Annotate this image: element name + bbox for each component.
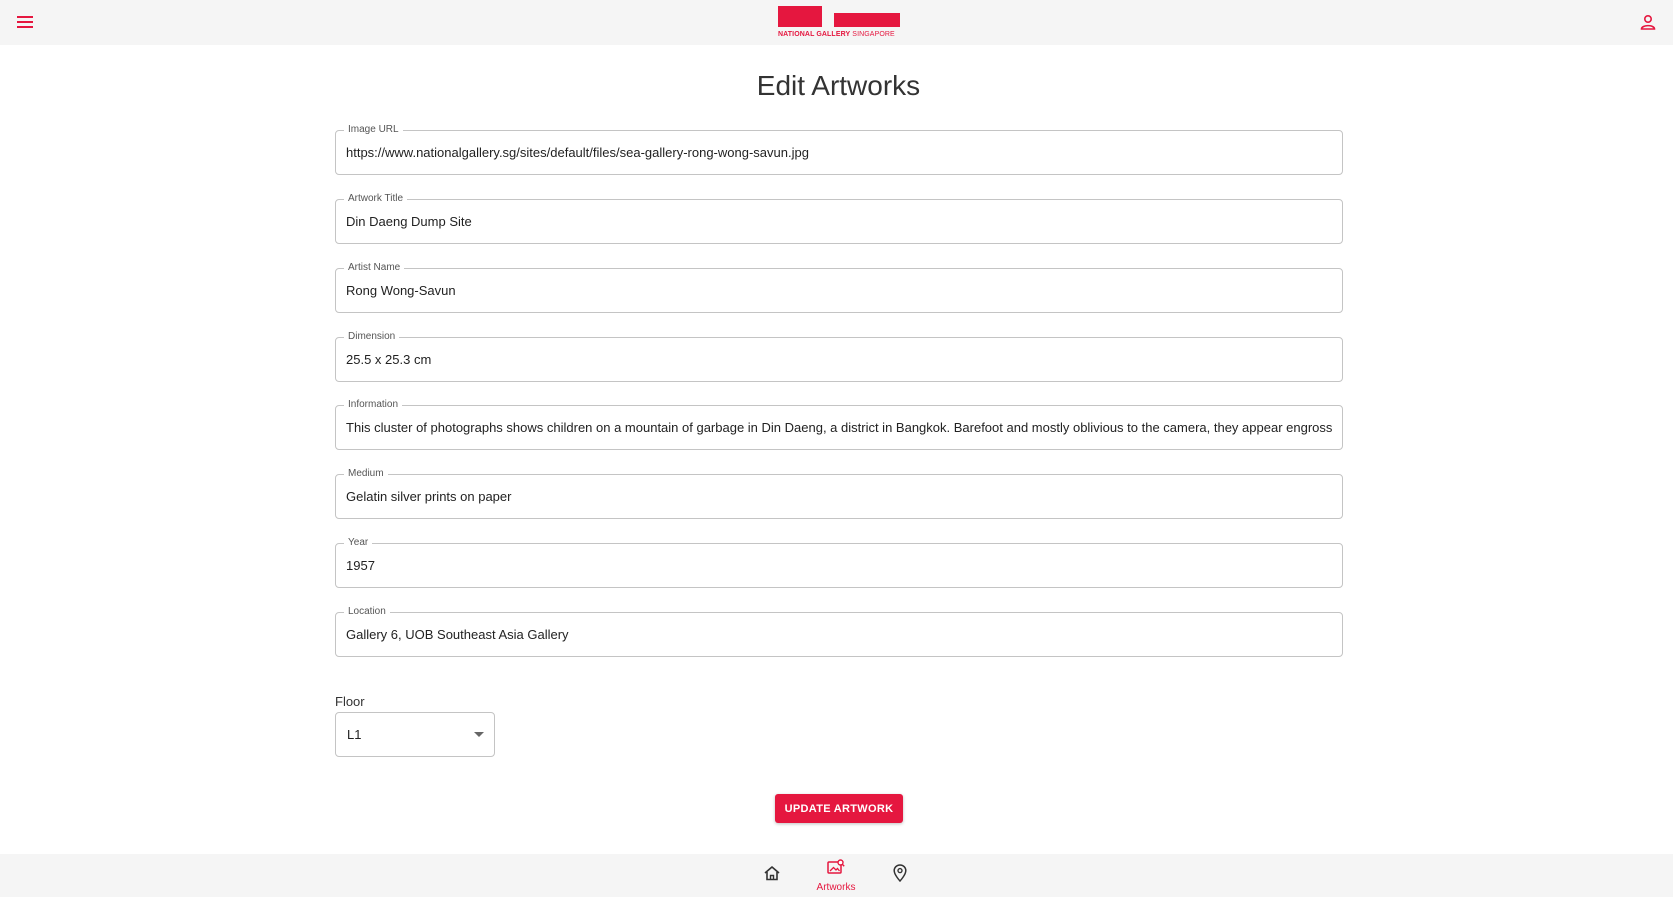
logo-block-right [834, 13, 900, 27]
location-field[interactable]: Location Gallery 6, UOB Southeast Asia G… [335, 605, 1343, 657]
information-label: Information [344, 398, 403, 412]
floor-select[interactable]: L1 [335, 712, 495, 757]
floor-label: Floor [335, 694, 365, 709]
medium-label: Medium [344, 467, 388, 481]
information-field[interactable]: Information This cluster of photographs … [335, 398, 1343, 450]
artist-name-field[interactable]: Artist Name Rong Wong-Savun [335, 261, 1343, 313]
person-icon[interactable] [1637, 11, 1659, 33]
logo-text: NATIONAL GALLERY SINGAPORE [778, 31, 895, 38]
map-pin-icon [893, 864, 907, 887]
location-label: Location [344, 605, 390, 619]
nav-location[interactable] [870, 854, 930, 897]
image-url-value[interactable]: https://www.nationalgallery.sg/sites/def… [346, 144, 1332, 162]
year-value[interactable]: 1957 [346, 557, 1332, 575]
artist-name-label: Artist Name [344, 261, 405, 275]
bottom-navigation: Artworks [0, 854, 1673, 897]
logo-block-left [778, 6, 822, 27]
artwork-title-label: Artwork Title [344, 192, 408, 206]
hamburger-menu-icon[interactable] [14, 12, 36, 32]
nav-artworks[interactable]: Artworks [806, 854, 866, 897]
artwork-title-field[interactable]: Artwork Title Din Daeng Dump Site [335, 192, 1343, 244]
nav-home[interactable] [742, 854, 802, 897]
information-value[interactable]: This cluster of photographs shows childr… [346, 419, 1332, 437]
medium-value[interactable]: Gelatin silver prints on paper [346, 488, 1332, 506]
image-url-field[interactable]: Image URL https://www.nationalgallery.sg… [335, 123, 1343, 175]
chevron-down-icon [474, 732, 484, 737]
artist-name-value[interactable]: Rong Wong-Savun [346, 282, 1332, 300]
nav-artworks-label: Artworks [816, 881, 856, 893]
medium-field[interactable]: Medium Gelatin silver prints on paper [335, 467, 1343, 519]
year-field[interactable]: Year 1957 [335, 536, 1343, 588]
update-artwork-button[interactable]: UPDATE ARTWORK [775, 794, 903, 823]
location-value[interactable]: Gallery 6, UOB Southeast Asia Gallery [346, 626, 1332, 644]
year-label: Year [344, 536, 373, 550]
image-url-label: Image URL [344, 123, 403, 137]
artwork-title-value[interactable]: Din Daeng Dump Site [346, 213, 1332, 231]
national-gallery-logo[interactable]: NATIONAL GALLERY SINGAPORE [778, 5, 902, 41]
floor-selected-value: L1 [347, 727, 362, 742]
top-app-bar: NATIONAL GALLERY SINGAPORE [0, 0, 1673, 45]
dimension-value[interactable]: 25.5 x 25.3 cm [346, 351, 1332, 369]
home-icon [763, 865, 781, 886]
page-title: Edit Artworks [756, 70, 921, 101]
dimension-label: Dimension [344, 330, 400, 344]
image-search-icon [827, 858, 845, 880]
dimension-field[interactable]: Dimension 25.5 x 25.3 cm [335, 330, 1343, 382]
